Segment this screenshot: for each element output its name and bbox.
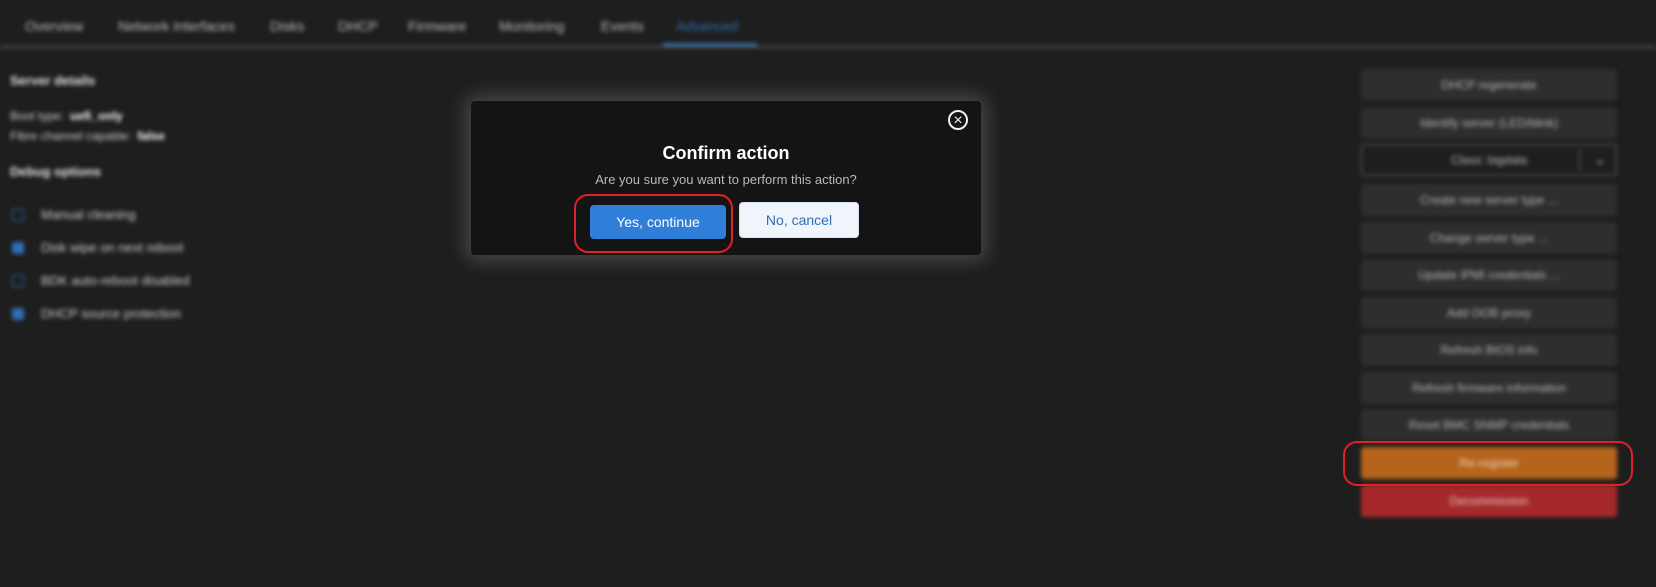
dialog-title: Confirm action <box>662 143 790 163</box>
modal-overlay: × Confirm action Are you sure you want t… <box>0 0 1656 587</box>
close-icon[interactable]: × <box>948 110 968 130</box>
dialog-message: Are you sure you want to perform this ac… <box>595 172 857 187</box>
confirm-highlight-ring <box>574 194 733 253</box>
cancel-button[interactable]: No, cancel <box>739 202 859 238</box>
